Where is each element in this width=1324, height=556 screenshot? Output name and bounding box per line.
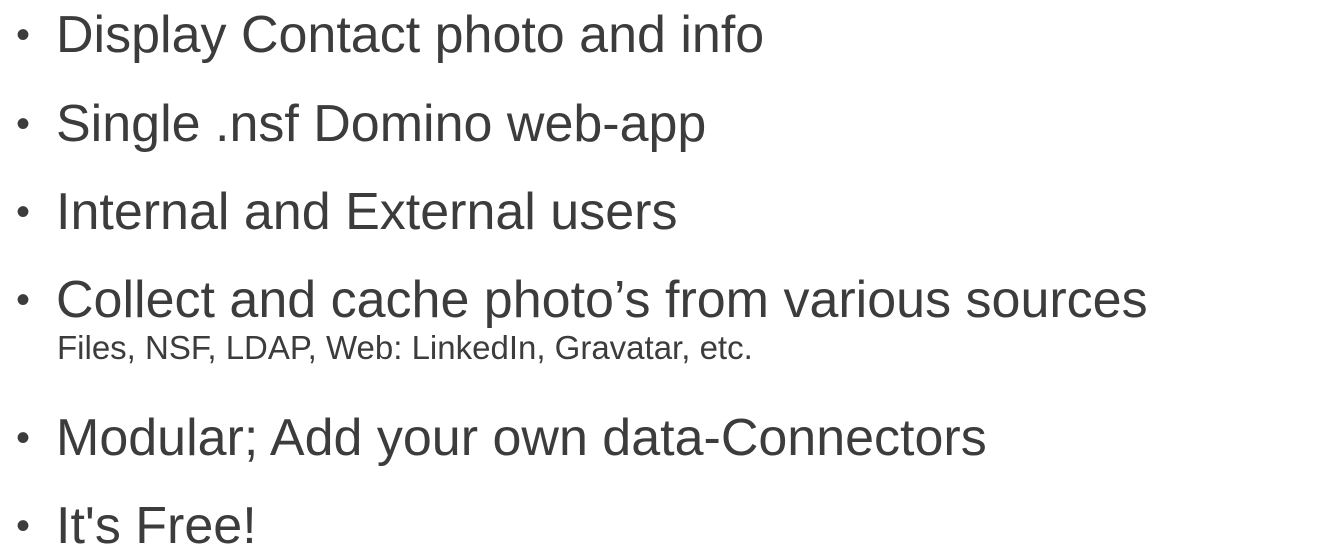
bullet-subtext: Files, NSF, LDAP, Web: LinkedIn, Gravata… [57, 329, 753, 366]
bullet-item-single-nsf: • Single .nsf Domino web-app [0, 94, 1324, 154]
bullet-glyph: • [16, 190, 31, 234]
bullet-item-display-contact: • Display Contact photo and info [0, 5, 1324, 65]
bullet-item-users: • Internal and External users [0, 182, 1324, 242]
bullet-glyph: • [16, 416, 31, 460]
bullet-text: Modular; Add your own data-Connectors [56, 409, 987, 467]
slide-content: • Display Contact photo and info • Singl… [0, 0, 1324, 555]
bullet-glyph: • [16, 102, 31, 146]
bullet-item-free: • It's Free! [0, 496, 1324, 556]
bullet-glyph: • [16, 504, 31, 548]
bullet-text: It's Free! [56, 497, 257, 555]
bullet-text: Collect and cache photo’s from various s… [56, 271, 1148, 329]
bullet-glyph: • [16, 13, 31, 57]
bullet-glyph: • [16, 278, 31, 322]
bullet-text: Single .nsf Domino web-app [56, 95, 707, 153]
bullet-item-modular: • Modular; Add your own data-Connectors [0, 408, 1324, 468]
bullet-text: Display Contact photo and info [56, 6, 765, 64]
bullet-text: Internal and External users [56, 183, 678, 241]
bullet-item-collect-cache: • Collect and cache photo’s from various… [0, 270, 1324, 366]
